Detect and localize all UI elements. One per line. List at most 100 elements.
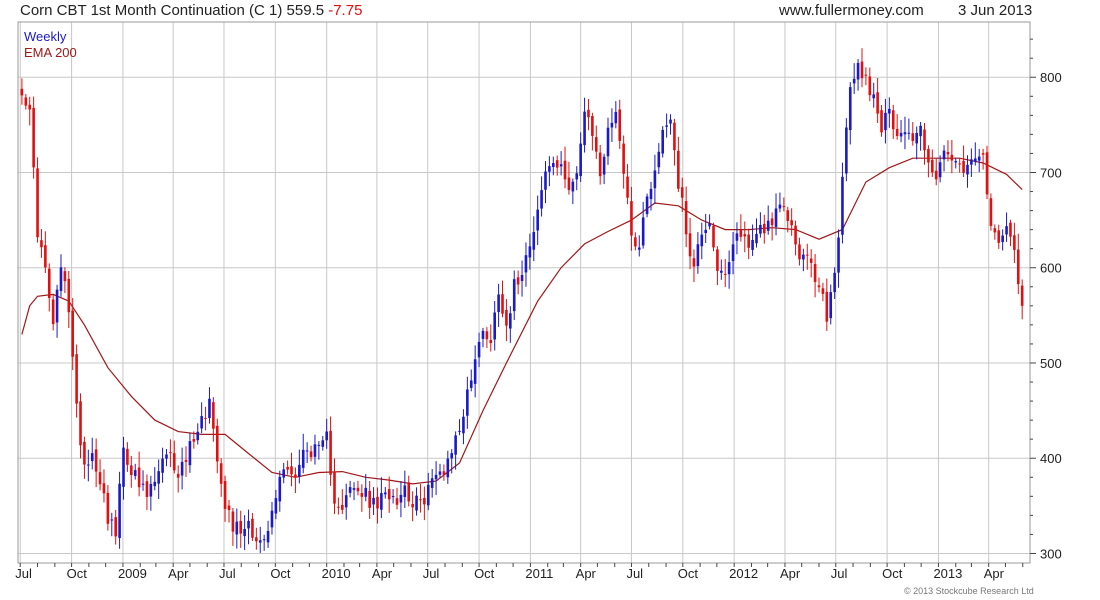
candle-down — [985, 152, 989, 195]
candle-up — [751, 239, 754, 250]
x-tick-label: 2013 — [933, 566, 962, 581]
candle-up — [536, 209, 539, 231]
x-tick-label: 2011 — [525, 566, 553, 581]
candle-up — [321, 440, 325, 447]
candle-down — [864, 74, 868, 76]
candle-up — [430, 478, 434, 488]
candle-up — [188, 441, 192, 466]
candle-up — [657, 151, 661, 168]
candle-up — [708, 223, 711, 227]
candle-up — [149, 483, 153, 497]
x-tick-label: 2010 — [322, 566, 351, 581]
x-tick-label: Jul — [831, 566, 848, 581]
candle-down — [950, 154, 954, 161]
ema-line — [21, 157, 1023, 485]
candle-up — [1005, 226, 1008, 235]
candle-down — [594, 137, 598, 152]
candle-up — [462, 416, 465, 434]
candle-down — [411, 503, 414, 508]
candle-up — [848, 87, 852, 131]
candle-up — [755, 233, 758, 244]
candle-up — [438, 471, 442, 475]
candle-up — [661, 129, 665, 154]
candle-down — [821, 288, 825, 294]
candle-up — [348, 487, 352, 493]
candle-down — [376, 496, 379, 509]
candle-up — [141, 483, 145, 485]
x-tick-label: 2009 — [118, 566, 147, 581]
price-chart: 300 400 500 600 700 800 Jul Oct 2009 Apr Jul Oct 20… — [15, 21, 1062, 581]
candle-up — [426, 484, 430, 506]
candle-up — [262, 539, 266, 541]
candle-up — [55, 289, 59, 323]
candle-up — [415, 495, 418, 511]
candle-down — [622, 143, 625, 174]
legend: Weekly EMA 200 — [24, 29, 77, 61]
candle-up — [973, 158, 977, 162]
candle-down — [251, 518, 254, 538]
candle-up — [180, 461, 184, 476]
x-axis: Jul Oct 2009 Apr Jul Oct 2010 Apr Jul Oct 2011 Apr J… — [15, 563, 1024, 581]
candle-down — [98, 472, 102, 485]
candle-up — [243, 529, 246, 537]
candle-down — [989, 198, 993, 226]
candle-up — [665, 125, 668, 127]
candle-down — [356, 487, 360, 492]
candle-up — [540, 190, 543, 209]
candle-up — [1001, 235, 1004, 243]
candle-up — [903, 132, 907, 135]
candle-up — [833, 272, 836, 293]
x-tick-label: Jul — [219, 566, 236, 581]
candle-down — [739, 230, 743, 237]
candle-up — [919, 125, 922, 137]
candle-up — [270, 510, 274, 528]
candle-up — [696, 244, 700, 267]
candle-down — [20, 88, 24, 96]
copyright: © 2013 Stockcube Research Ltd — [904, 586, 1034, 596]
candle-up — [298, 464, 301, 477]
candle-down — [423, 497, 426, 505]
candle-up — [509, 313, 512, 329]
candle-up — [282, 469, 285, 478]
y-tick-label: 400 — [1040, 451, 1062, 466]
candle-up — [481, 330, 485, 339]
candle-down — [809, 258, 813, 263]
candle-down — [79, 401, 82, 446]
candle-down — [407, 482, 411, 502]
candle-up — [888, 108, 891, 114]
candle-up — [938, 162, 942, 178]
candle-down — [255, 537, 258, 542]
candle-down — [891, 110, 895, 130]
candle-up — [235, 521, 239, 535]
x-tick-label: Oct — [270, 566, 291, 581]
candle-down — [395, 498, 399, 505]
candle-up — [380, 493, 383, 510]
candle-down — [516, 277, 520, 285]
candle-up — [403, 485, 407, 498]
candle-down — [83, 441, 86, 465]
candle-down — [32, 107, 35, 168]
candle-down — [555, 160, 559, 168]
candle-up — [852, 78, 856, 84]
candle-up — [907, 132, 911, 134]
candle-down — [598, 152, 602, 177]
candle-down — [102, 483, 106, 494]
candle-down — [895, 128, 899, 137]
candle-up — [954, 161, 958, 163]
candle-down — [294, 474, 297, 478]
candle-down — [40, 240, 43, 248]
candle-down — [126, 448, 129, 465]
candle-up — [266, 530, 270, 543]
candle-up — [450, 453, 454, 459]
candle-down — [169, 452, 172, 454]
candle-up — [258, 540, 262, 543]
candle-down — [145, 481, 149, 497]
candle-down — [763, 223, 766, 234]
x-tick-label: Apr — [168, 566, 189, 581]
candle-up — [512, 279, 516, 312]
candle-down — [71, 310, 75, 357]
candle-down — [419, 499, 422, 501]
candle-up — [720, 270, 723, 273]
candle-up — [735, 233, 739, 241]
candle-down — [825, 291, 829, 322]
